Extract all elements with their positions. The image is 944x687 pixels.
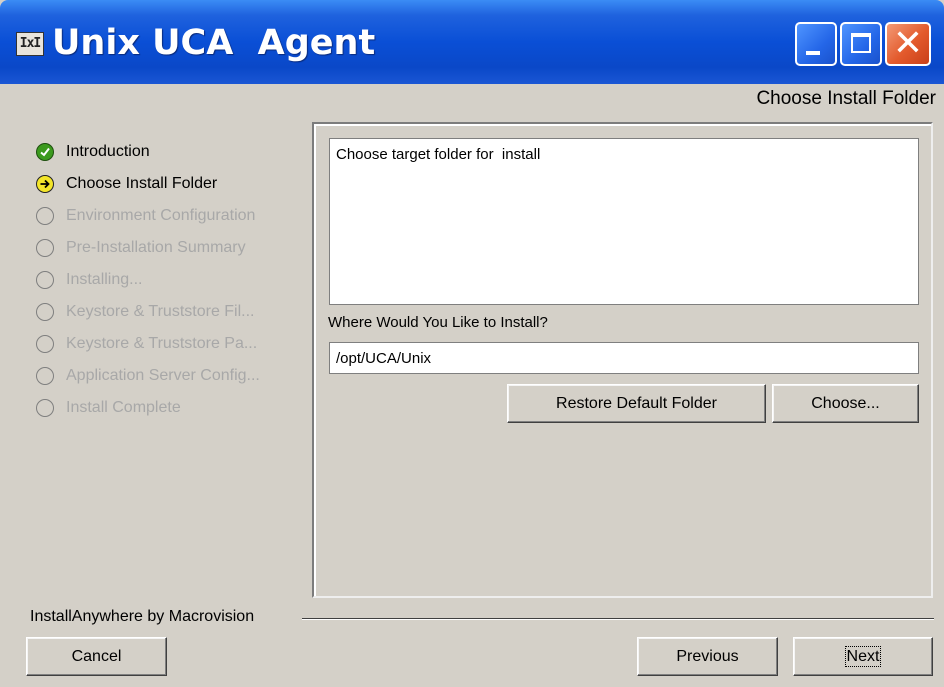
step-label: Install Complete <box>66 399 181 416</box>
install-path-label: Where Would You Like to Install? <box>328 314 548 331</box>
cancel-button[interactable]: Cancel <box>26 637 167 676</box>
step-label: Choose Install Folder <box>66 175 218 192</box>
close-button[interactable]: ✕ <box>885 22 931 66</box>
step-label: Pre-Installation Summary <box>66 239 246 256</box>
pending-circle-icon <box>36 303 54 321</box>
next-button[interactable]: Next <box>793 637 933 676</box>
title-bar[interactable]: IxI Unix UCA Agent ✕ <box>0 0 944 84</box>
steps-list: Introduction Choose Install Folder Envir… <box>26 138 260 426</box>
step-install-complete: Install Complete <box>26 394 260 426</box>
step-keystore-truststore-passwords: Keystore & Truststore Pa... <box>26 330 260 362</box>
step-heading: Choose Install Folder <box>756 88 936 109</box>
arrow-right-icon <box>36 175 54 193</box>
step-label: Keystore & Truststore Fil... <box>66 303 255 320</box>
step-installing: Installing... <box>26 266 260 298</box>
choose-folder-button[interactable]: Choose... <box>772 384 919 423</box>
app-icon[interactable]: IxI <box>16 32 44 56</box>
description-area: Choose target folder for install <box>329 138 919 305</box>
step-label: Environment Configuration <box>66 207 256 224</box>
minimize-button[interactable] <box>795 22 837 66</box>
installer-brand: InstallAnywhere by Macrovision <box>30 608 255 625</box>
installer-window: IxI Unix UCA Agent ✕ Choose Install Fold… <box>0 0 944 687</box>
step-pre-installation-summary: Pre-Installation Summary <box>26 234 260 266</box>
check-icon <box>36 143 54 161</box>
footer-divider <box>302 618 934 620</box>
pending-circle-icon <box>36 207 54 225</box>
step-label: Keystore & Truststore Pa... <box>66 335 258 352</box>
pending-circle-icon <box>36 335 54 353</box>
step-label: Introduction <box>66 143 150 160</box>
next-button-label: Next <box>844 645 882 667</box>
install-path-input[interactable] <box>329 342 919 374</box>
step-introduction: Introduction <box>26 138 260 170</box>
maximize-button[interactable] <box>840 22 882 66</box>
pending-circle-icon <box>36 367 54 385</box>
pending-circle-icon <box>36 399 54 417</box>
step-choose-install-folder: Choose Install Folder <box>26 170 260 202</box>
step-application-server-config: Application Server Config... <box>26 362 260 394</box>
pending-circle-icon <box>36 271 54 289</box>
pending-circle-icon <box>36 239 54 257</box>
step-environment-configuration: Environment Configuration <box>26 202 260 234</box>
close-icon: ✕ <box>892 23 924 64</box>
step-label: Application Server Config... <box>66 367 260 384</box>
previous-button[interactable]: Previous <box>637 637 778 676</box>
step-label: Installing... <box>66 271 143 288</box>
window-title: Unix UCA Agent <box>52 23 376 63</box>
step-keystore-truststore-files: Keystore & Truststore Fil... <box>26 298 260 330</box>
restore-default-folder-button[interactable]: Restore Default Folder <box>507 384 766 423</box>
